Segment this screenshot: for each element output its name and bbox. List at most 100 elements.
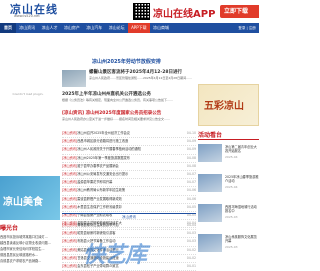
- news-list-item[interactable]: 04-04 [凉山资讯]普格县螺髻山温泉旅游季开启: [62, 222, 196, 231]
- news-date: 04-10: [186, 131, 196, 135]
- food-banner-text: 凉山美食: [3, 197, 43, 208]
- nav-item-home[interactable]: 首页: [0, 23, 16, 33]
- news-description: 根据《公务员法》等有关规定，现面向全州公开遴选公务员，有关事项公告如下……: [62, 98, 174, 102]
- section-label: 凉山资讯: [62, 213, 196, 221]
- news-list-item[interactable]: 04-09 [凉山资讯]西昌市城区部分道路将进行施工改造: [62, 138, 196, 147]
- nav-item-app[interactable]: APP下载: [127, 23, 150, 33]
- news-date: 04-07: [186, 180, 196, 185]
- event-thumbnail[interactable]: [198, 234, 222, 252]
- category-tag: [凉山资讯]: [62, 131, 78, 135]
- news-list-item[interactable]: 04-07 [凉山资讯]凉山州公安局发布交通安全出行提示: [62, 171, 196, 180]
- news-date: 04-08: [186, 163, 196, 168]
- news-date: 04-01: [186, 264, 196, 269]
- event-title[interactable]: 2025年凉山春季旅游推介活动: [225, 175, 259, 183]
- category-tag: [凉山资讯]: [62, 255, 78, 260]
- news-list-item[interactable]: 04-10 [凉山资讯]凉山州召开2025年全州经济工作会议: [62, 130, 196, 139]
- event-item[interactable]: 凉山第二届青年创业大赛开始报名 2025-04: [198, 144, 259, 171]
- news-title[interactable]: 盐源县苹果花节即将开幕: [77, 180, 112, 184]
- news-title[interactable]: 凉山州教育局公布新学年招生政策: [77, 188, 125, 192]
- download-button[interactable]: 立即下载: [220, 5, 259, 18]
- category-tag: [凉山资讯]: [62, 231, 78, 236]
- news-title[interactable]: 普格县螺髻山温泉旅游季开启: [77, 223, 118, 227]
- category-tag: [凉山资讯]: [62, 155, 78, 160]
- news-date: 04-09: [186, 139, 196, 144]
- watermark: 快艺库: [83, 243, 147, 268]
- event-thumbnail[interactable]: [198, 144, 222, 162]
- event-date: 2025-04: [225, 185, 238, 189]
- event-thumbnail[interactable]: [198, 204, 222, 222]
- events-section-title: 活动看台: [198, 132, 223, 139]
- news-title[interactable]: 凉山州召开2025年全州经济工作会议: [77, 131, 130, 135]
- category-tag: [凉山资讯]: [62, 188, 78, 193]
- news-date: 04-06: [186, 188, 196, 193]
- news-list-item[interactable]: 04-08 [凉山资讯]冕宁县举办春季农产品展销会: [62, 163, 196, 172]
- category-tag: [凉山资讯]: [62, 172, 78, 177]
- news-date: 04-03: [186, 239, 196, 244]
- category-tag: [凉山资讯]: [62, 264, 78, 269]
- category-tag: [凉山资讯]: [62, 180, 78, 185]
- nav-item-forum[interactable]: 凉山论坛: [106, 23, 128, 33]
- exposure-list: 西昌市民投诉城郊某路口红绿灯... 越西县读者反映小区物业收费问题... 会理市…: [0, 234, 60, 264]
- news-title[interactable]: 昭觉县悬崖村新貌吸引游客: [77, 231, 115, 235]
- news-title[interactable]: 凉山州2025年第一季度旅游数据发布: [77, 156, 130, 160]
- nav-item-house[interactable]: 凉山房产: [61, 23, 83, 33]
- promo-banner-text: 五彩凉山: [204, 101, 244, 112]
- event-title[interactable]: 西昌邛海湿地骑行活动报名中: [225, 205, 259, 213]
- news-item: 螺髻山景区客流将于2025年4月12-28日进行 凉山州人民政府……景区管理处通…: [89, 70, 196, 80]
- event-item[interactable]: 西昌邛海湿地骑行活动报名中 2025-03: [198, 204, 259, 231]
- category-tag: [凉山资讯]: [62, 239, 78, 244]
- news-list-item[interactable]: 04-08 [凉山资讯]凉山州2025年第一季度旅游数据发布: [62, 155, 196, 163]
- site-url: www.ls520.net: [14, 14, 40, 18]
- news-list-item[interactable]: 04-05 [凉山资讯]木里县生态保护工作获省级表彰: [62, 204, 196, 213]
- news-description: 凉山州人民政府办公室关于进一步做好……报名时间及相关要求详见公告全文……: [62, 117, 171, 121]
- event-thumbnail[interactable]: [198, 174, 222, 192]
- list-item[interactable]: 喜德县农户求助农产品销路...: [0, 258, 60, 264]
- event-title[interactable]: 凉山彝族服饰文化展览开幕: [225, 235, 259, 243]
- nav-item-news[interactable]: 凉山资讯: [16, 23, 38, 33]
- nav-item-car[interactable]: 凉山汽车: [83, 23, 105, 33]
- nav-item-jobs[interactable]: 凉山人才: [38, 23, 60, 33]
- news-headline[interactable]: 2025年上半年凉山州州直机关公开遴选公务: [62, 91, 151, 97]
- category-tag: [凉山资讯]: [62, 163, 78, 168]
- news-title[interactable]: 凉山州人民政府关于开展春季植树活动的通知: [77, 147, 141, 151]
- news-date: 04-02: [186, 255, 196, 260]
- main-nav: 首页 凉山资讯 凉山人才 凉山房产 凉山汽车 凉山论坛 APP下载 凉山商城 登…: [0, 23, 259, 33]
- app-title: 凉山在线APP: [153, 9, 216, 20]
- news-date: 04-03: [186, 231, 196, 236]
- login-link[interactable]: 登录 | 注册: [235, 23, 259, 33]
- news-title[interactable]: 凉山州公安局发布交通安全出行提示: [77, 172, 128, 176]
- category-tag: [凉山资讯]: [62, 139, 78, 144]
- section-divider: [198, 139, 259, 140]
- nav-item-mall[interactable]: 凉山商城: [150, 23, 172, 33]
- featured-headline[interactable]: 凉山州2025年劳动节放假安排: [92, 58, 161, 65]
- event-title[interactable]: 凉山第二届青年创业大赛开始报名: [225, 145, 259, 153]
- news-thumbnail[interactable]: [62, 70, 86, 87]
- news-title[interactable]: 冕宁县举办春季农产品展销会: [77, 164, 118, 168]
- exposure-section-title: 曝光台: [0, 225, 19, 232]
- event-item[interactable]: 2025年凉山春季旅游推介活动 2025-04: [198, 174, 259, 201]
- news-date: 04-07: [186, 172, 196, 177]
- category-tag: [凉山资讯]: [62, 223, 78, 227]
- news-description: 凉山州人民政府……景区管理处通知……2025年4月12日至4月28日期间……: [89, 76, 193, 80]
- category-tag: [凉山资讯]: [62, 204, 78, 209]
- news-list-item[interactable]: 04-06 [凉山资讯]凉山州教育局公布新学年招生政策: [62, 187, 196, 196]
- news-list-item[interactable]: 04-06 [凉山资讯]雷波县脐橙产业发展取得新成效: [62, 196, 196, 204]
- event-date: 2025-04: [225, 155, 238, 159]
- news-list-item[interactable]: 04-09 [凉山资讯]凉山州人民政府关于开展春季植树活动的通知: [62, 146, 196, 155]
- event-date: 2025-03: [225, 245, 238, 249]
- event-item[interactable]: 凉山彝族服饰文化展览开幕 2025-03: [198, 234, 259, 261]
- news-headline[interactable]: [凉山资讯] 凉山州2025年度国家公务员招录公告: [62, 110, 161, 116]
- news-date: 04-08: [186, 155, 196, 160]
- qr-code-icon: [133, 3, 150, 20]
- news-title[interactable]: 西昌市城区部分道路将进行施工改造: [77, 139, 128, 143]
- news-date: 04-04: [186, 223, 196, 227]
- plugin-placeholder: Couldn't load plugin.: [12, 92, 44, 96]
- news-date: 04-05: [186, 204, 196, 209]
- news-date: 04-02: [186, 247, 196, 252]
- news-title[interactable]: 木里县生态保护工作获省级表彰: [77, 205, 122, 209]
- news-title[interactable]: 雷波县脐橙产业发展取得新成效: [77, 197, 122, 201]
- category-tag: [凉山资讯]: [62, 147, 78, 152]
- news-list-item[interactable]: 04-07 [凉山资讯]盐源县苹果花节即将开幕: [62, 179, 196, 188]
- news-date: 04-09: [186, 147, 196, 152]
- news-date: 04-06: [186, 196, 196, 201]
